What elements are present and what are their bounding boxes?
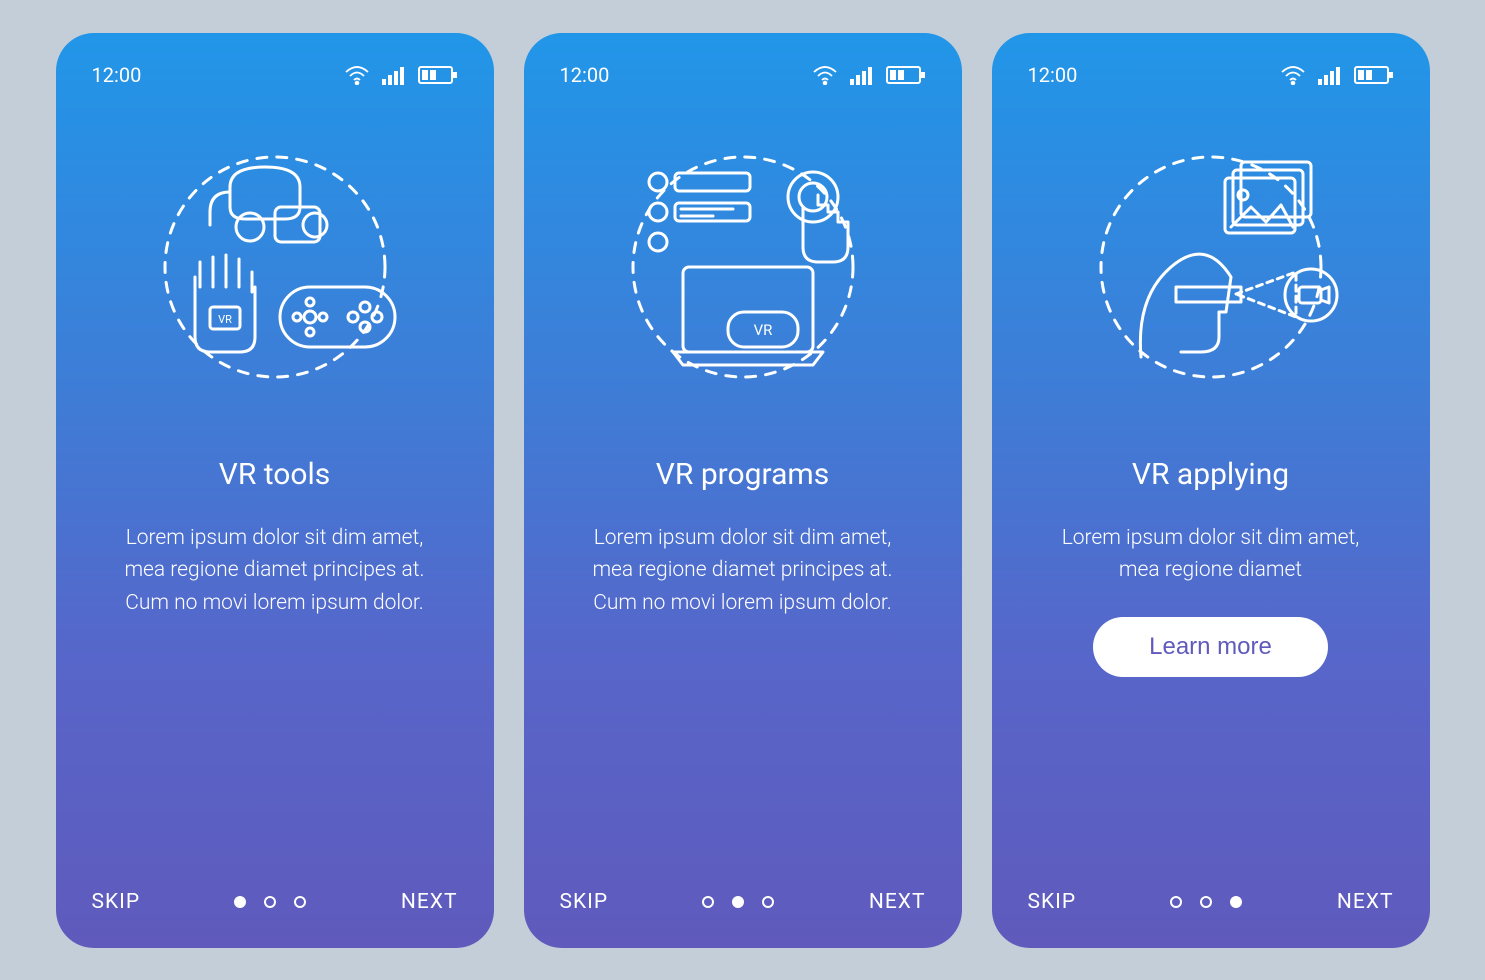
dot-1[interactable] xyxy=(1170,896,1182,908)
illustration-vr-applying xyxy=(1028,127,1394,407)
svg-text:VR: VR xyxy=(753,321,772,339)
dot-3[interactable] xyxy=(762,896,774,908)
status-time: 12:00 xyxy=(560,63,610,87)
wifi-icon xyxy=(1280,65,1306,85)
wifi-icon xyxy=(344,65,370,85)
dot-1[interactable] xyxy=(234,896,246,908)
footer-nav: SKIP NEXT xyxy=(92,890,458,914)
battery-icon xyxy=(886,65,926,85)
onboarding-screen-3: 12:00 VR applying Lorem ipsum dolor sit … xyxy=(992,33,1430,948)
svg-text:VR: VR xyxy=(218,313,232,326)
signal-icon xyxy=(1318,65,1342,85)
dot-2[interactable] xyxy=(732,896,744,908)
screen-body: Lorem ipsum dolor sit dim amet, mea regi… xyxy=(1041,522,1381,587)
dot-2[interactable] xyxy=(264,896,276,908)
screen-title: VR applying xyxy=(1132,457,1289,492)
page-dots xyxy=(1170,896,1242,908)
dot-3[interactable] xyxy=(1230,896,1242,908)
status-time: 12:00 xyxy=(92,63,142,87)
battery-icon xyxy=(1354,65,1394,85)
status-time: 12:00 xyxy=(1028,63,1078,87)
illustration-vr-programs: VR xyxy=(560,127,926,407)
screen-body: Lorem ipsum dolor sit dim amet, mea regi… xyxy=(573,522,913,620)
status-icons xyxy=(812,65,926,85)
screen-body: Lorem ipsum dolor sit dim amet, mea regi… xyxy=(105,522,445,620)
footer-nav: SKIP NEXT xyxy=(560,890,926,914)
status-bar: 12:00 xyxy=(1028,63,1394,87)
status-icons xyxy=(344,65,458,85)
content: VR applying Lorem ipsum dolor sit dim am… xyxy=(1028,457,1394,890)
page-dots xyxy=(702,896,774,908)
footer-nav: SKIP NEXT xyxy=(1028,890,1394,914)
screen-title: VR programs xyxy=(656,457,829,492)
wifi-icon xyxy=(812,65,838,85)
next-button[interactable]: NEXT xyxy=(401,890,458,914)
content: VR tools Lorem ipsum dolor sit dim amet,… xyxy=(92,457,458,890)
signal-icon xyxy=(850,65,874,85)
skip-button[interactable]: SKIP xyxy=(560,890,609,914)
status-bar: 12:00 xyxy=(92,63,458,87)
onboarding-screen-2: 12:00 VR VR programs Lorem ipsum dolor s… xyxy=(524,33,962,948)
status-bar: 12:00 xyxy=(560,63,926,87)
next-button[interactable]: NEXT xyxy=(869,890,926,914)
dot-1[interactable] xyxy=(702,896,714,908)
skip-button[interactable]: SKIP xyxy=(1028,890,1077,914)
content: VR programs Lorem ipsum dolor sit dim am… xyxy=(560,457,926,890)
page-dots xyxy=(234,896,306,908)
next-button[interactable]: NEXT xyxy=(1337,890,1394,914)
signal-icon xyxy=(382,65,406,85)
screen-title: VR tools xyxy=(219,457,331,492)
status-icons xyxy=(1280,65,1394,85)
dot-3[interactable] xyxy=(294,896,306,908)
learn-more-button[interactable]: Learn more xyxy=(1093,617,1328,677)
dot-2[interactable] xyxy=(1200,896,1212,908)
onboarding-screen-1: 12:00 VR VR tools Lorem ipsu xyxy=(56,33,494,948)
battery-icon xyxy=(418,65,458,85)
illustration-vr-tools: VR xyxy=(92,127,458,407)
skip-button[interactable]: SKIP xyxy=(92,890,141,914)
